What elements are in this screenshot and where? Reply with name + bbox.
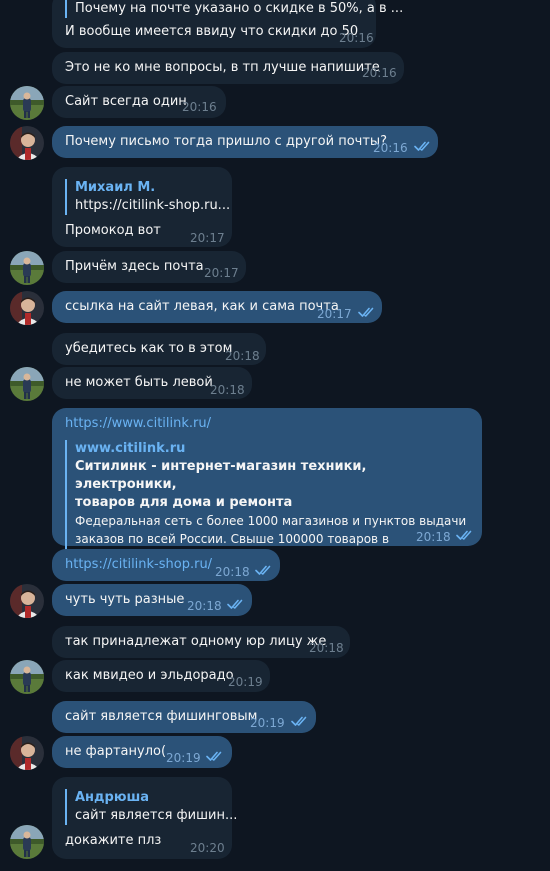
message-text: не может быть левой [65, 375, 213, 390]
message-text: не фартануло( [65, 744, 167, 759]
reply-quote[interactable]: Михаил М. https://citilink-shop.ru... [65, 179, 230, 215]
message-bubble[interactable]: https://citilink-shop.ru/ 20:18 [52, 549, 280, 581]
message-bubble[interactable]: Причём здесь почта 20:17 [52, 251, 246, 283]
message-bubble[interactable]: Андрюша сайт является фишин... докажите … [52, 777, 237, 859]
message-bubble[interactable]: Почему на почте указано о скидке в 50%, … [52, 0, 403, 48]
message-bubble[interactable]: так принадлежат одному юр лицу же 20:18 [52, 626, 350, 658]
message-bubble[interactable]: https://www.citilink.ru/ www.citilink.ru… [52, 408, 482, 566]
avatar-image [10, 291, 44, 325]
reply-quote-text: Почему на почте указано о скидке в 50%, … [75, 1, 404, 16]
avatar[interactable] [10, 291, 44, 325]
message-text: Почему письмо тогда пришло с другой почт… [65, 134, 388, 149]
message-text: докажите плз [65, 833, 162, 848]
message-bubble[interactable]: убедитесь как то в этом 20:18 [52, 333, 266, 365]
message-text: чуть чуть разные [65, 592, 185, 607]
read-checkmark-icon [255, 564, 273, 576]
link-preview[interactable]: www.citilink.ru Ситилинк - интернет-мага… [65, 440, 472, 566]
message-bubble[interactable]: как мвидео и эльдорадо 20:19 [52, 660, 270, 692]
message-bubble[interactable]: чуть чуть разные 20:18 [52, 584, 252, 616]
message-time: 20:19 [166, 751, 201, 765]
message-time: 20:18 [215, 565, 250, 579]
reply-quote-author: Андрюша [75, 790, 150, 805]
avatar[interactable] [10, 660, 44, 694]
message-time: 20:16 [339, 31, 374, 45]
message-time: 20:19 [228, 675, 263, 689]
message-bubble[interactable]: не фартануло( 20:19 [52, 736, 232, 768]
message-time: 20:19 [250, 716, 285, 730]
message-text: И вообще имеется ввиду что скидки до 50 [65, 24, 359, 39]
message-bubble[interactable]: Почему письмо тогда пришло с другой почт… [52, 126, 438, 158]
reply-quote[interactable]: Андрюша сайт является фишин... [65, 789, 237, 825]
reply-quote[interactable]: Почему на почте указано о скидке в 50%, … [65, 0, 403, 18]
read-checkmark-icon [206, 750, 224, 762]
reply-quote-text: сайт является фишин... [75, 808, 238, 823]
read-checkmark-icon [227, 598, 245, 610]
avatar[interactable] [10, 86, 44, 120]
link-preview-title: товаров для дома и ремонта [75, 495, 293, 510]
message-time: 20:17 [190, 231, 225, 245]
message-time: 20:16 [182, 100, 217, 114]
reply-quote-text: https://citilink-shop.ru... [75, 198, 231, 213]
read-checkmark-icon [358, 306, 376, 318]
avatar-image [10, 251, 44, 285]
message-time: 20:20 [190, 841, 225, 855]
message-bubble[interactable]: Сайт всегда один 20:16 [52, 86, 226, 118]
avatar-image [10, 86, 44, 120]
avatar[interactable] [10, 736, 44, 770]
message-time: 20:17 [204, 266, 239, 280]
message-bubble[interactable]: Это не ко мне вопросы, в тп лучше напиши… [52, 52, 404, 84]
message-text: так принадлежат одному юр лицу же [65, 634, 327, 649]
avatar-image [10, 126, 44, 160]
message-time: 20:16 [362, 66, 397, 80]
avatar-image [10, 736, 44, 770]
avatar[interactable] [10, 251, 44, 285]
link-preview-description: Федеральная сеть с более 1000 магазинов … [75, 514, 467, 528]
message-text: убедитесь как то в этом [65, 341, 233, 356]
message-text: Сайт всегда один [65, 94, 187, 109]
link-preview-title: Ситилинк - интернет-магазин техники, эле… [75, 459, 367, 492]
message-text: сайт является фишинговым [65, 709, 258, 724]
avatar-image [10, 825, 44, 859]
message-time: 20:18 [210, 383, 245, 397]
message-time: 20:17 [317, 307, 352, 321]
message-text: ссылка на сайт левая, как и сама почта [65, 299, 339, 314]
avatar-image [10, 584, 44, 618]
link-preview-site: www.citilink.ru [75, 441, 186, 456]
read-checkmark-icon [456, 529, 474, 541]
message-link[interactable]: https://citilink-shop.ru/ [65, 556, 212, 574]
message-time: 20:18 [416, 530, 451, 544]
message-bubble[interactable]: не может быть левой 20:18 [52, 367, 252, 399]
message-time: 20:16 [373, 141, 408, 155]
read-checkmark-icon [291, 715, 309, 727]
message-time: 20:18 [225, 349, 260, 363]
message-time: 20:18 [309, 641, 344, 655]
avatar[interactable] [10, 367, 44, 401]
avatar[interactable] [10, 825, 44, 859]
avatar[interactable] [10, 126, 44, 160]
message-text: Промокод вот [65, 223, 161, 238]
avatar[interactable] [10, 584, 44, 618]
reply-quote-author: Михаил М. [75, 180, 156, 195]
message-bubble[interactable]: сайт является фишинговым 20:19 [52, 701, 316, 733]
avatar-image [10, 367, 44, 401]
avatar-image [10, 660, 44, 694]
message-text: Причём здесь почта [65, 259, 204, 274]
read-checkmark-icon [414, 140, 432, 152]
message-text: как мвидео и эльдорадо [65, 668, 234, 683]
message-text: Это не ко мне вопросы, в тп лучше напиши… [65, 60, 380, 75]
message-time: 20:18 [187, 599, 222, 613]
message-bubble[interactable]: ссылка на сайт левая, как и сама почта 2… [52, 291, 382, 323]
message-bubble[interactable]: Михаил М. https://citilink-shop.ru... Пр… [52, 167, 232, 247]
message-link[interactable]: https://www.citilink.ru/ [65, 415, 211, 433]
